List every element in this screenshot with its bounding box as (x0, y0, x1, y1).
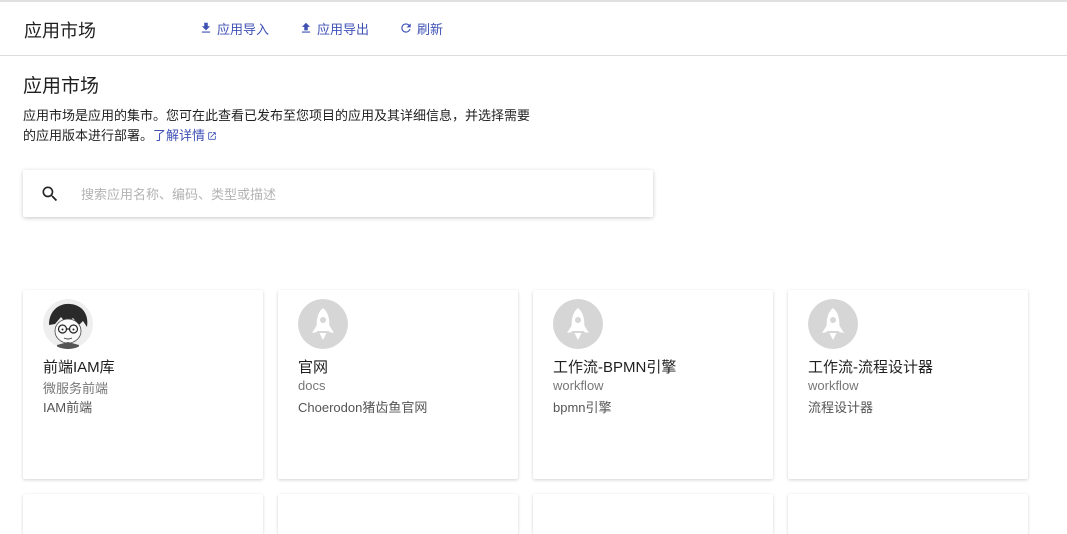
refresh-button[interactable]: 刷新 (399, 19, 443, 37)
app-card-partial[interactable] (23, 494, 263, 534)
app-type: bpmn引擎 (553, 400, 612, 415)
header-title: 应用市场 (24, 21, 96, 41)
app-card[interactable]: 工作流-BPMN引擎 workflow bpmn引擎 (533, 290, 773, 479)
import-app-button[interactable]: 应用导入 (199, 19, 269, 37)
app-type: 流程设计器 (808, 400, 874, 415)
rocket-icon (553, 299, 603, 349)
external-link-icon (208, 132, 216, 140)
app-card[interactable]: 工作流-流程设计器 workflow 流程设计器 (788, 290, 1028, 479)
import-app-label: 应用导入 (217, 21, 270, 37)
description-line-2-text: 的应用版本进行部署。 (23, 128, 154, 143)
app-code: workflow (553, 378, 604, 393)
app-name: 工作流-流程设计器 (808, 359, 933, 376)
learn-more-label: 了解详情 (153, 128, 206, 143)
description-line-1: 应用市场是应用的集市。您可在此查看已发布至您项目的应用及其详细信息，并选择需要 (23, 108, 531, 123)
page-title: 应用市场 (23, 76, 100, 97)
upload-icon (301, 22, 311, 33)
rocket-icon (298, 299, 348, 349)
refresh-icon (401, 23, 411, 33)
app-name: 工作流-BPMN引擎 (553, 359, 677, 376)
download-icon (201, 22, 211, 33)
app-type: Choerodon猪齿鱼官网 (298, 400, 428, 415)
app-card-partial[interactable] (278, 494, 518, 534)
app-code: 微服务前端 (43, 381, 109, 396)
app-card-partial[interactable] (533, 494, 773, 534)
app-card[interactable]: 前端IAM库 微服务前端 IAM前端 (23, 290, 263, 479)
refresh-label: 刷新 (417, 21, 444, 37)
search-icon (42, 186, 58, 202)
cartoon-avatar (43, 299, 93, 349)
description-line-2: 的应用版本进行部署。了解详情 (23, 126, 543, 146)
app-type: IAM前端 (43, 400, 93, 415)
app-card-partial[interactable] (788, 494, 1028, 534)
export-app-label: 应用导出 (317, 21, 370, 37)
rocket-icon (808, 299, 858, 349)
learn-more-link[interactable]: 了解详情 (153, 128, 217, 143)
app-card[interactable]: 官网 docs Choerodon猪齿鱼官网 (278, 290, 518, 479)
app-code: workflow (808, 378, 859, 393)
page-header: 应用市场 应用导入 应用导出 刷新 (0, 2, 1067, 56)
page-description: 应用市场是应用的集市。您可在此查看已发布至您项目的应用及其详细信息，并选择需要 … (23, 106, 543, 146)
app-code: docs (298, 378, 326, 393)
search-bar (23, 170, 653, 217)
app-name: 前端IAM库 (43, 359, 115, 376)
export-app-button[interactable]: 应用导出 (299, 19, 369, 37)
search-input[interactable] (79, 182, 623, 206)
app-name: 官网 (298, 359, 329, 376)
